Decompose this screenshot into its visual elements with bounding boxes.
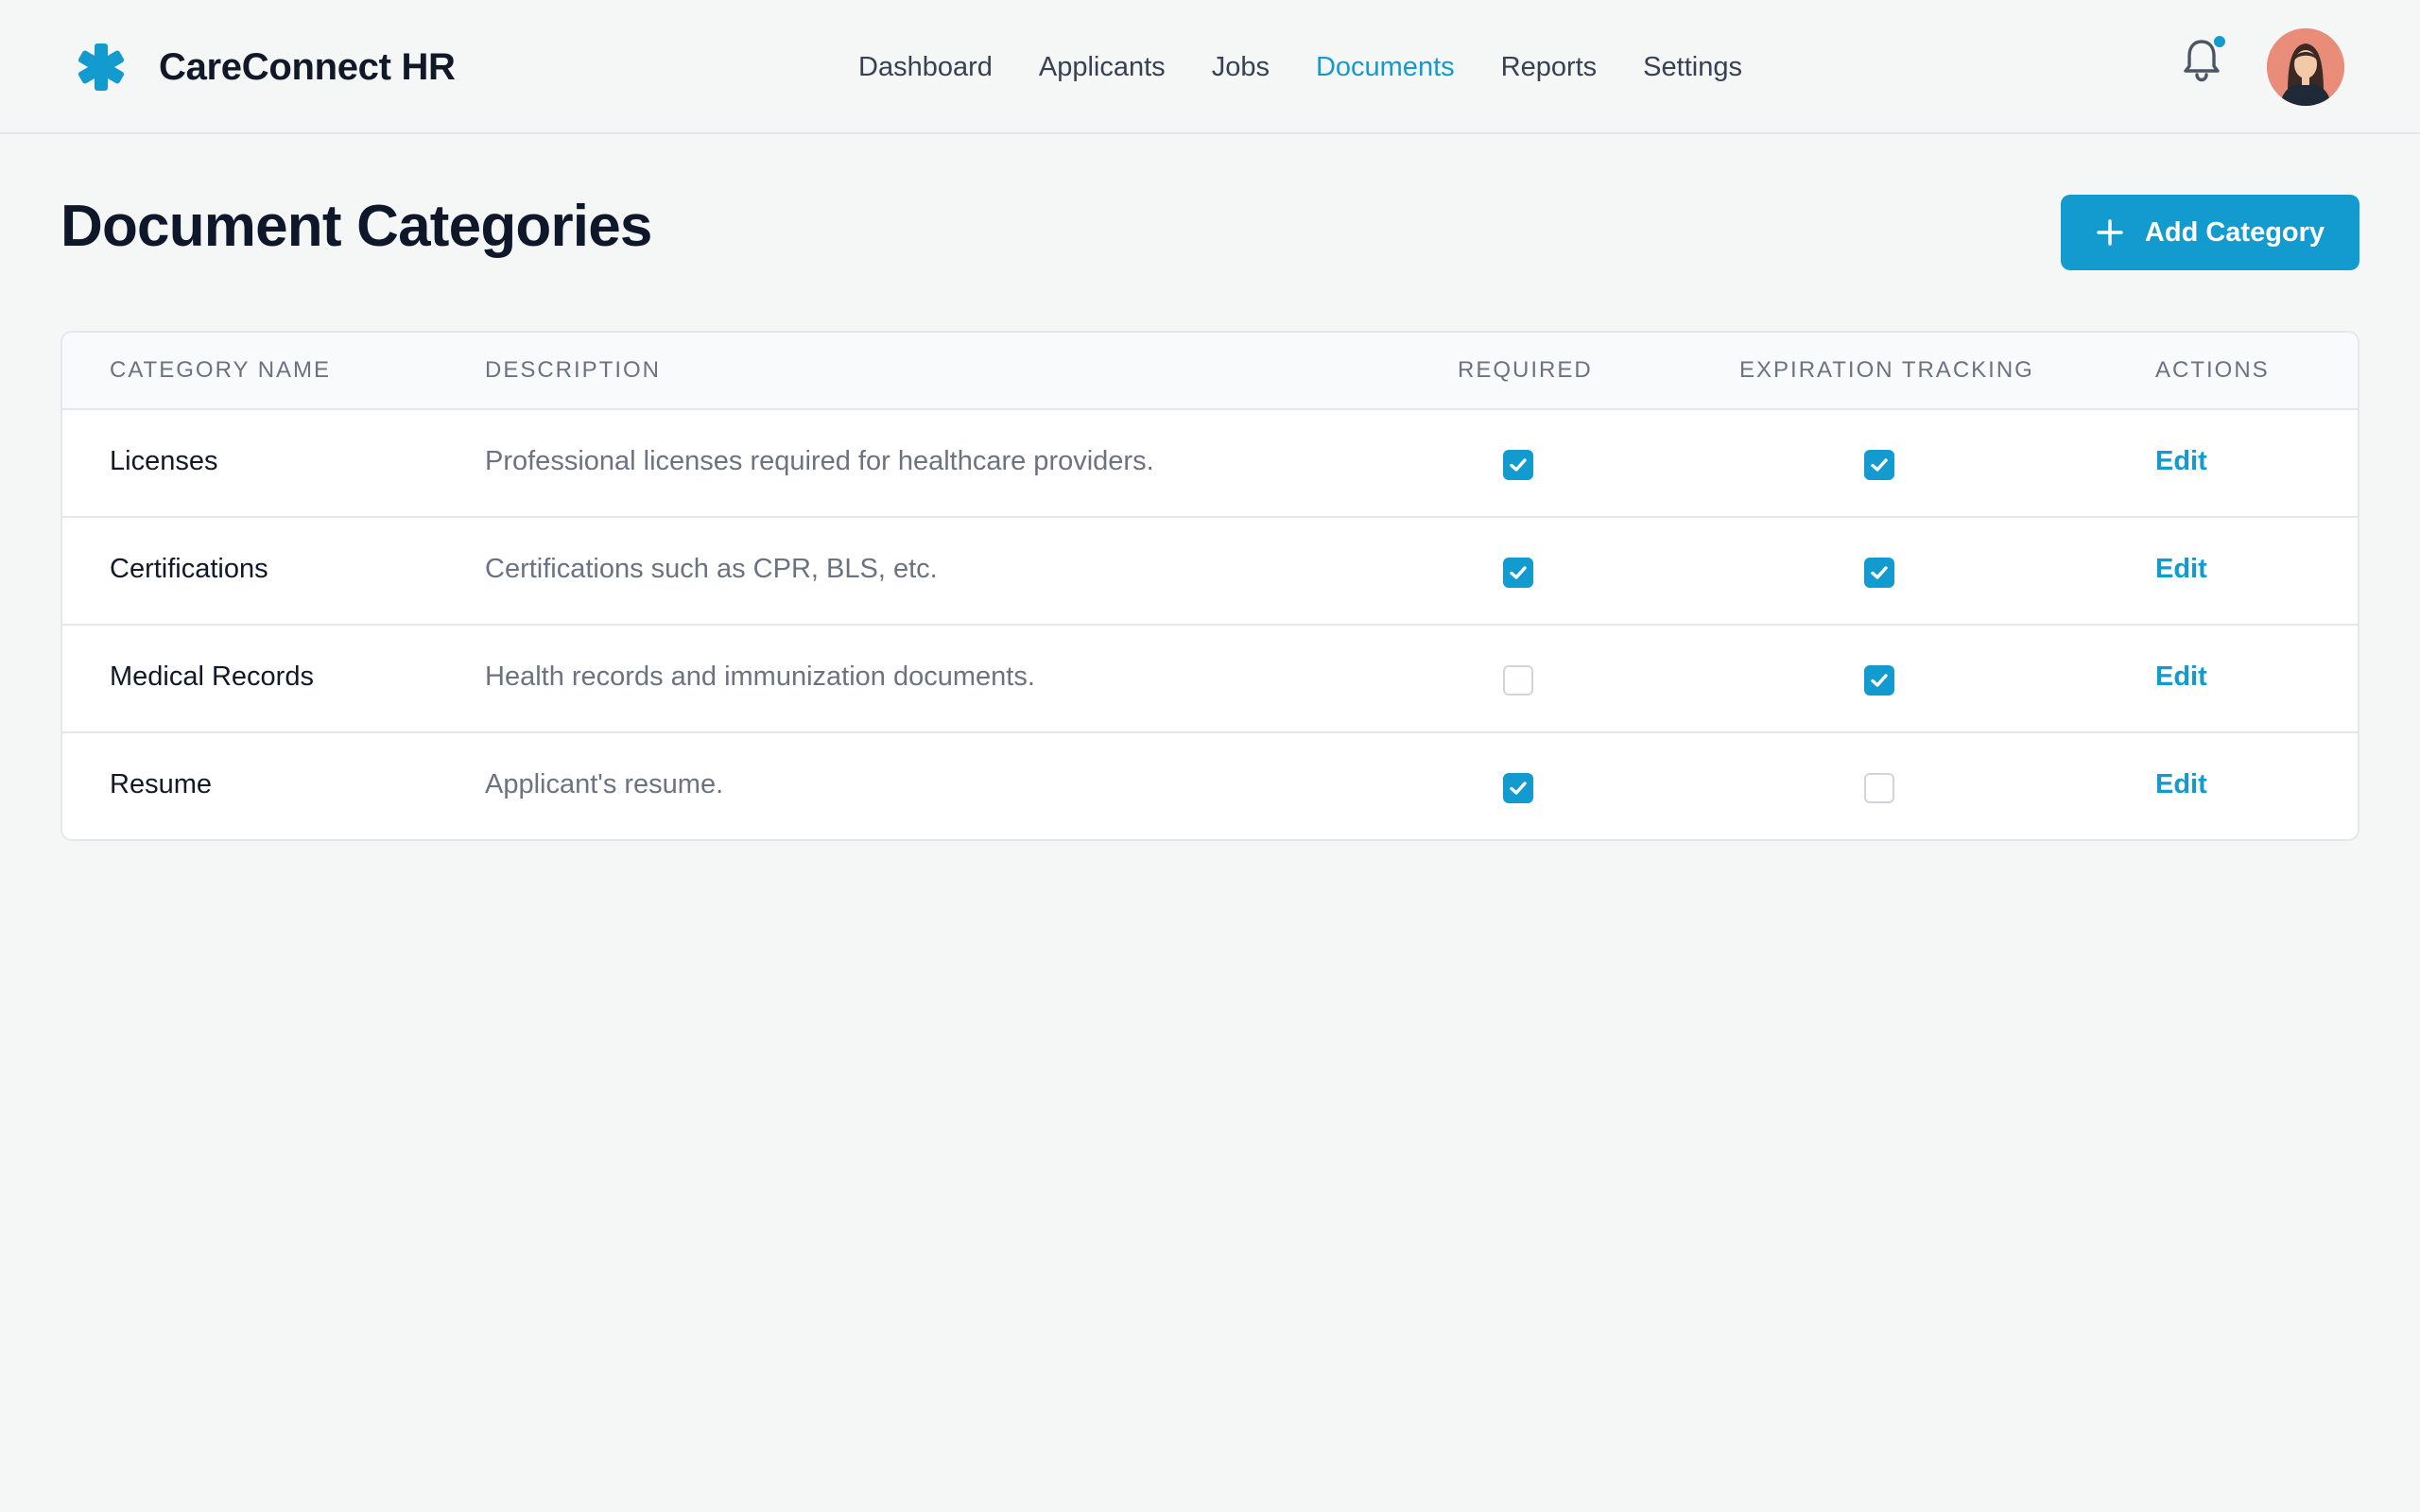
required-checkbox[interactable] xyxy=(1503,665,1533,696)
column-header-actions: ACTIONS xyxy=(2155,357,2270,383)
medical-asterisk-icon xyxy=(78,43,125,91)
expiration-tracking-checkbox[interactable] xyxy=(1864,665,1894,696)
required-checkbox[interactable] xyxy=(1503,450,1533,480)
category-name-cell: Medical Records xyxy=(110,662,314,692)
nav-item-documents[interactable]: Documents xyxy=(1316,52,1455,83)
category-name-cell: Resume xyxy=(110,769,212,799)
table-header: CATEGORY NAME DESCRIPTION REQUIRED EXPIR… xyxy=(62,333,2358,410)
category-description-cell: Professional licenses required for healt… xyxy=(485,446,1154,476)
category-description-cell: Applicant's resume. xyxy=(485,769,724,799)
category-name-cell: Certifications xyxy=(110,554,268,584)
expiration-tracking-checkbox[interactable] xyxy=(1864,773,1894,803)
required-checkbox[interactable] xyxy=(1503,773,1533,803)
column-header-expiration-tracking: EXPIRATION TRACKING xyxy=(1739,357,2034,383)
nav-item-applicants[interactable]: Applicants xyxy=(1039,52,1166,83)
edit-link[interactable]: Edit xyxy=(2155,554,2207,585)
app-name: CareConnect HR xyxy=(159,45,456,88)
column-header-required: REQUIRED xyxy=(1458,357,1593,383)
table-row: Medical Records Health records and immuni… xyxy=(62,626,2358,733)
avatar[interactable] xyxy=(2267,28,2344,106)
expiration-tracking-checkbox[interactable] xyxy=(1864,450,1894,480)
table-row: Licenses Professional licenses required f… xyxy=(62,410,2358,518)
edit-link[interactable]: Edit xyxy=(2155,662,2207,693)
page-title: Document Categories xyxy=(60,194,652,259)
brand[interactable]: CareConnect HR xyxy=(76,38,456,96)
nav-item-dashboard[interactable]: Dashboard xyxy=(858,52,993,83)
edit-link[interactable]: Edit xyxy=(2155,446,2207,477)
column-header-category-name: CATEGORY NAME xyxy=(110,357,332,383)
expiration-tracking-checkbox[interactable] xyxy=(1864,558,1894,588)
main-nav: Dashboard Applicants Jobs Documents Repo… xyxy=(858,43,1789,91)
column-header-description: DESCRIPTION xyxy=(485,357,662,383)
category-description-cell: Certifications such as CPR, BLS, etc. xyxy=(485,554,938,584)
plus-icon xyxy=(2097,219,2123,246)
edit-link[interactable]: Edit xyxy=(2155,769,2207,800)
required-checkbox[interactable] xyxy=(1503,558,1533,588)
user-avatar-image xyxy=(2267,28,2344,106)
nav-item-jobs[interactable]: Jobs xyxy=(1212,52,1270,83)
nav-item-reports[interactable]: Reports xyxy=(1501,52,1598,83)
add-category-label: Add Category xyxy=(2144,216,2325,248)
top-navigation-bar: CareConnect HR Dashboard Applicants Jobs… xyxy=(0,0,2420,134)
table-row: Resume Applicant's resume. Edit xyxy=(62,733,2358,839)
table-row: Certifications Certifications such as CPR… xyxy=(62,518,2358,626)
add-category-button[interactable]: Add Category xyxy=(2061,195,2360,270)
document-categories-table: CATEGORY NAME DESCRIPTION REQUIRED EXPIR… xyxy=(60,331,2360,841)
notification-dot xyxy=(2212,34,2227,49)
category-name-cell: Licenses xyxy=(110,446,218,476)
category-description-cell: Health records and immunization document… xyxy=(485,662,1035,692)
nav-item-settings[interactable]: Settings xyxy=(1643,52,1742,83)
